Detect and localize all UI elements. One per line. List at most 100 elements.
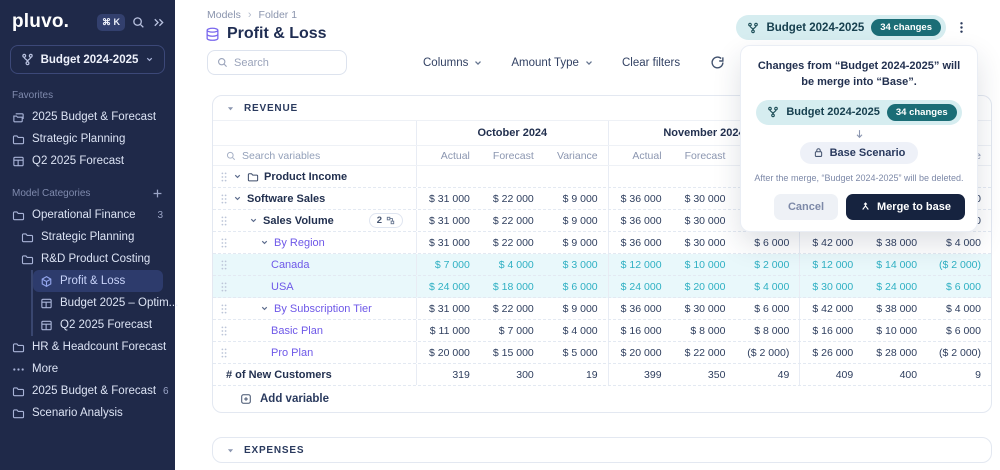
value-cell[interactable]: $ 4 000 (735, 276, 799, 297)
drag-handle-icon[interactable] (220, 193, 228, 205)
value-cell[interactable]: $ 36 000 (607, 232, 672, 253)
chevron-down-icon[interactable] (233, 172, 242, 181)
search-icon[interactable] (132, 16, 145, 29)
breadcrumb-folder[interactable]: Folder 1 (259, 9, 298, 21)
value-cell[interactable]: $ 20 000 (416, 342, 480, 363)
refresh-icon[interactable] (710, 55, 725, 70)
sidebar-item-strategic-planning[interactable]: Strategic Planning (0, 226, 175, 248)
sidebar-item-2025-budget-forecast[interactable]: 2025 Budget & Forecast (0, 106, 175, 128)
value-cell[interactable]: $ 36 000 (607, 210, 672, 231)
value-cell[interactable]: $ 4 000 (927, 298, 991, 319)
value-cell[interactable]: $ 18 000 (480, 276, 544, 297)
value-cell[interactable]: $ 12 000 (799, 254, 863, 275)
value-cell[interactable]: $ 42 000 (799, 298, 863, 319)
sidebar-item-operational-finance[interactable]: Operational Finance 3 (0, 204, 175, 226)
value-cell[interactable]: $ 16 000 (799, 320, 863, 341)
amount-type-button[interactable]: Amount Type (511, 57, 594, 69)
variable-cell-software-sales[interactable]: Software Sales (213, 188, 416, 209)
drag-handle-icon[interactable] (220, 171, 228, 183)
value-cell[interactable]: $ 30 000 (672, 298, 736, 319)
value-cell[interactable]: $ 8 000 (672, 320, 736, 341)
value-cell[interactable]: $ 9 000 (544, 298, 608, 319)
chevron-down-icon[interactable] (260, 304, 269, 313)
chevron-down-icon[interactable] (233, 194, 242, 203)
drag-handle-icon[interactable] (220, 259, 228, 271)
value-cell[interactable]: $ 30 000 (672, 188, 736, 209)
variable-cell-basic-plan[interactable]: Basic Plan (213, 320, 416, 341)
variable-cell-by-subscription-tier[interactable]: By Subscription Tier (213, 298, 416, 319)
value-cell[interactable]: $ 31 000 (416, 232, 480, 253)
add-variable-button[interactable]: Add variable (213, 386, 991, 412)
value-cell[interactable]: 399 (607, 364, 672, 385)
clear-filters-button[interactable]: Clear filters (622, 57, 680, 69)
value-cell[interactable]: $ 24 000 (607, 276, 672, 297)
drag-handle-icon[interactable] (220, 325, 228, 337)
value-cell[interactable]: $ 2 000 (735, 254, 799, 275)
value-cell[interactable]: $ 16 000 (607, 320, 672, 341)
value-cell[interactable] (480, 166, 544, 187)
value-cell[interactable]: $ 22 000 (480, 210, 544, 231)
search-input[interactable] (234, 56, 337, 69)
value-cell[interactable]: $ 31 000 (416, 188, 480, 209)
value-cell[interactable]: $ 10 000 (863, 320, 927, 341)
value-cell[interactable]: $ 24 000 (416, 276, 480, 297)
value-cell[interactable]: ($ 2 000) (927, 342, 991, 363)
value-cell[interactable]: $ 11 000 (416, 320, 480, 341)
value-cell[interactable]: $ 30 000 (672, 232, 736, 253)
value-cell[interactable] (416, 166, 480, 187)
sidebar-item-strategic-planning[interactable]: Strategic Planning (0, 128, 175, 150)
active-scenario-chip[interactable]: Budget 2024-2025 34 changes (736, 15, 946, 40)
value-cell[interactable]: $ 31 000 (416, 298, 480, 319)
sidebar-item-2025-budget-forecast[interactable]: 2025 Budget & Forecast 6 (0, 380, 175, 402)
value-cell[interactable]: $ 36 000 (607, 188, 672, 209)
value-cell[interactable]: $ 6 000 (927, 276, 991, 297)
value-cell[interactable]: $ 15 000 (480, 342, 544, 363)
value-cell[interactable]: $ 20 000 (607, 342, 672, 363)
expenses-section-header[interactable]: EXPENSES (212, 437, 992, 463)
value-cell[interactable]: $ 31 000 (416, 210, 480, 231)
value-cell[interactable]: $ 36 000 (607, 298, 672, 319)
sidebar-item-hr-headcount-forecast[interactable]: HR & Headcount Forecast (0, 336, 175, 358)
value-cell[interactable]: $ 4 000 (544, 320, 608, 341)
variable-cell-canada[interactable]: Canada (213, 254, 416, 275)
value-cell[interactable]: 400 (863, 364, 927, 385)
value-cell[interactable]: $ 38 000 (863, 298, 927, 319)
variable-cell-usa[interactable]: USA (213, 276, 416, 297)
scenario-selector[interactable]: Budget 2024-2025 (10, 45, 165, 74)
value-cell[interactable]: 9 (927, 364, 991, 385)
value-cell[interactable]: $ 6 000 (735, 232, 799, 253)
sidebar-item-budget-2025-optim[interactable]: Budget 2025 – Optim... (33, 292, 178, 314)
value-cell[interactable]: $ 3 000 (544, 254, 608, 275)
sidebar-item-q2-2025-forecast[interactable]: Q2 2025 Forecast (33, 314, 163, 336)
value-cell[interactable]: $ 4 000 (480, 254, 544, 275)
value-cell[interactable]: $ 42 000 (799, 232, 863, 253)
drag-handle-icon[interactable] (220, 237, 228, 249)
value-cell[interactable]: $ 22 000 (480, 232, 544, 253)
breadcrumb-models[interactable]: Models (207, 9, 241, 21)
kebab-menu-icon[interactable] (955, 20, 968, 35)
value-cell[interactable]: $ 6 000 (544, 276, 608, 297)
value-cell[interactable]: $ 14 000 (863, 254, 927, 275)
value-cell[interactable]: $ 9 000 (544, 188, 608, 209)
value-cell[interactable]: $ 5 000 (544, 342, 608, 363)
variable-cell-pro-plan[interactable]: Pro Plan (213, 342, 416, 363)
value-cell[interactable]: $ 26 000 (799, 342, 863, 363)
value-cell[interactable]: $ 30 000 (672, 210, 736, 231)
sidebar-item-scenario-analysis[interactable]: Scenario Analysis (0, 402, 175, 424)
value-cell[interactable]: $ 24 000 (863, 276, 927, 297)
value-cell[interactable]: ($ 2 000) (735, 342, 799, 363)
sidebar-item-q2-2025-forecast[interactable]: Q2 2025 Forecast (0, 150, 175, 172)
chevron-down-icon[interactable] (249, 216, 258, 225)
drag-handle-icon[interactable] (220, 281, 228, 293)
value-cell[interactable]: $ 22 000 (480, 298, 544, 319)
value-cell[interactable]: $ 7 000 (480, 320, 544, 341)
value-cell[interactable]: $ 22 000 (672, 342, 736, 363)
drag-handle-icon[interactable] (220, 303, 228, 315)
drag-handle-icon[interactable] (220, 347, 228, 359)
value-cell[interactable]: $ 22 000 (480, 188, 544, 209)
value-cell[interactable]: ($ 2 000) (927, 254, 991, 275)
sidebar-item-more[interactable]: More (0, 358, 175, 380)
columns-button[interactable]: Columns (423, 57, 483, 69)
value-cell[interactable]: $ 9 000 (544, 210, 608, 231)
merge-to-base-button[interactable]: Merge to base (846, 193, 965, 220)
